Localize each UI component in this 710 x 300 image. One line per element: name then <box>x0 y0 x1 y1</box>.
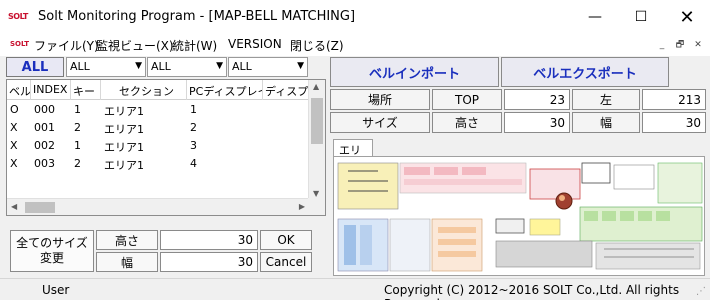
status-bar: User Copyright (C) 2012~2016 SOLT Co.,Lt… <box>0 278 710 300</box>
table-row[interactable]: X 003 2 エリア1 4 <box>7 155 309 173</box>
grid-header: ベル INDEX キー セクション PCディスプレイ ディスプレ <box>7 80 309 100</box>
scroll-thumb[interactable] <box>25 202 55 213</box>
cancel-button[interactable]: Cancel <box>260 252 312 272</box>
bell-import-button[interactable]: ベルインポート <box>330 57 499 87</box>
cell-key: 2 <box>74 121 81 134</box>
scroll-thumb[interactable] <box>311 98 323 144</box>
table-row[interactable]: O 000 1 エリア1 1 <box>7 101 309 119</box>
col-section[interactable]: セクション <box>101 80 187 100</box>
width-input[interactable]: 30 <box>160 252 258 272</box>
width-label: 幅 <box>96 252 158 272</box>
cell-index: 001 <box>34 121 55 134</box>
filter-select-3[interactable]: ALL ▼ <box>228 57 308 77</box>
col-display[interactable]: ディスプレ <box>263 80 309 100</box>
size-panel: 全てのサイズ変更 高さ 30 OK 幅 30 Cancel <box>6 224 326 272</box>
bell-export-button[interactable]: ベルエクスポート <box>501 57 669 87</box>
minimize-button[interactable]: — <box>572 0 618 34</box>
chevron-down-icon: ▼ <box>297 61 304 71</box>
cell-section: エリア1 <box>104 159 144 172</box>
all-filter-button[interactable]: ALL <box>6 57 64 77</box>
cell-pc-display: 2 <box>190 121 197 134</box>
close-button[interactable]: ✕ <box>664 0 710 34</box>
filter-select-1[interactable]: ALL ▼ <box>66 57 146 77</box>
grid-horizontal-scrollbar[interactable]: ◀ ▶ <box>7 198 309 215</box>
cell-key: 1 <box>74 103 81 116</box>
height-input[interactable]: 30 <box>160 230 258 250</box>
copyright-text: Copyright (C) 2012~2016 SOLT Co.,Ltd. Al… <box>384 283 680 300</box>
bell-grid[interactable]: ベル INDEX キー セクション PCディスプレイ ディスプレ O 000 1… <box>6 79 326 216</box>
filter-select-2-value: ALL <box>151 60 171 73</box>
cell-section: エリア1 <box>104 123 144 136</box>
menu-monitor-view[interactable]: 監視ビュー(X) <box>96 37 174 54</box>
col-key[interactable]: キー <box>71 80 101 100</box>
window-title: Solt Monitoring Program - [MAP-BELL MATC… <box>38 9 356 24</box>
cell-index: 003 <box>34 157 55 170</box>
menu-bar: SOLT ファイル(Y) 監視ビュー(X) 統計(W) VERSION 閉じる(… <box>0 34 710 56</box>
scroll-corner <box>308 198 325 215</box>
cell-section: エリア1 <box>104 105 144 118</box>
filter-select-1-value: ALL <box>70 60 90 73</box>
place-label: 場所 <box>330 89 430 110</box>
table-row[interactable]: X 001 2 エリア1 2 <box>7 119 309 137</box>
mdi-close-button[interactable]: ✕ <box>690 38 706 52</box>
table-row[interactable]: X 002 1 エリア1 3 <box>7 137 309 155</box>
chevron-down-icon: ▼ <box>135 61 142 71</box>
cell-pc-display: 3 <box>190 139 197 152</box>
status-user: User <box>42 283 70 297</box>
menu-version[interactable]: VERSION <box>228 37 282 51</box>
col-index[interactable]: INDEX <box>31 80 71 100</box>
bell-height-input[interactable]: 30 <box>504 112 570 133</box>
filter-select-3-value: ALL <box>232 60 252 73</box>
mdi-minimize-button[interactable]: _ <box>654 38 670 52</box>
place-value: TOP <box>432 89 502 110</box>
cell-pc-display: 4 <box>190 157 197 170</box>
floor-map[interactable] <box>333 156 705 276</box>
left-label: 左 <box>572 89 640 110</box>
scroll-left-icon[interactable]: ◀ <box>11 202 17 211</box>
resize-grip-icon[interactable]: ⋰ <box>696 286 706 297</box>
position-top-input[interactable]: 23 <box>504 89 570 110</box>
cell-bell: X <box>10 121 18 134</box>
bell-height-label: 高さ <box>432 112 502 133</box>
col-pc-display[interactable]: PCディスプレイ <box>187 80 263 100</box>
cell-bell: X <box>10 139 18 152</box>
resize-all-button[interactable]: 全てのサイズ変更 <box>10 230 94 272</box>
cell-key: 1 <box>74 139 81 152</box>
size-label: サイズ <box>330 112 430 133</box>
mdi-restore-button[interactable]: 🗗 <box>672 38 688 52</box>
cell-bell: X <box>10 157 18 170</box>
grid-vertical-scrollbar[interactable]: ▲ ▼ <box>308 80 325 200</box>
col-bell[interactable]: ベル <box>7 80 31 100</box>
maximize-button[interactable]: ☐ <box>618 0 664 34</box>
title-bar: SOLT Solt Monitoring Program - [MAP-BELL… <box>0 0 710 34</box>
chevron-down-icon: ▼ <box>216 61 223 71</box>
cell-bell: O <box>10 103 19 116</box>
left-input[interactable]: 213 <box>642 89 706 110</box>
scroll-down-icon[interactable]: ▼ <box>313 189 319 198</box>
floor-plan-drawing <box>337 162 703 272</box>
cell-section: エリア1 <box>104 141 144 154</box>
cell-key: 2 <box>74 157 81 170</box>
tab-area1[interactable]: エリア1 <box>333 139 373 173</box>
mdi-controls: _ 🗗 ✕ <box>654 38 706 52</box>
scroll-up-icon[interactable]: ▲ <box>313 82 319 91</box>
cell-index: 002 <box>34 139 55 152</box>
cell-index: 000 <box>34 103 55 116</box>
height-label: 高さ <box>96 230 158 250</box>
menu-statistics[interactable]: 統計(W) <box>172 37 217 54</box>
menu-close[interactable]: 閉じる(Z) <box>290 37 344 54</box>
menu-file[interactable]: ファイル(Y) <box>34 37 99 54</box>
filter-select-2[interactable]: ALL ▼ <box>147 57 227 77</box>
menu-logo: SOLT <box>10 40 30 48</box>
scroll-right-icon[interactable]: ▶ <box>299 202 305 211</box>
ok-button[interactable]: OK <box>260 230 312 250</box>
bell-width-input[interactable]: 30 <box>642 112 706 133</box>
cell-pc-display: 1 <box>190 103 197 116</box>
app-logo: SOLT <box>8 12 28 21</box>
bell-width-label: 幅 <box>572 112 640 133</box>
